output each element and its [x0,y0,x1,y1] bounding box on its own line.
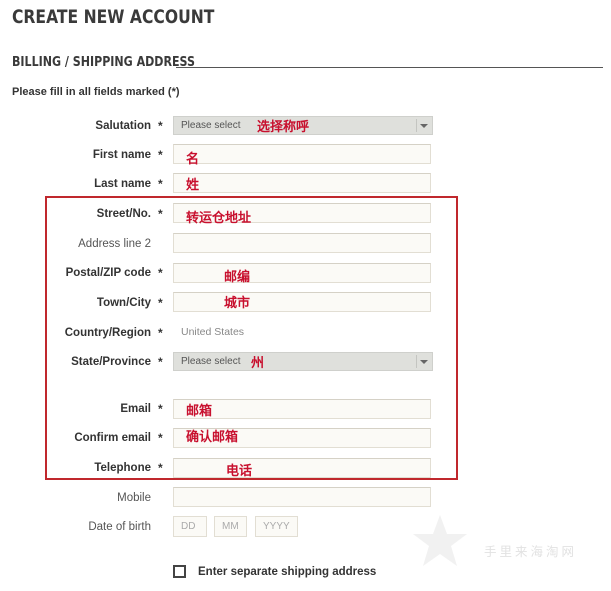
mobile-label: Mobile [117,492,151,504]
dob-month-field[interactable]: MM [214,516,247,537]
separate-shipping-label[interactable]: Enter separate shipping address [198,566,376,578]
select-divider [416,119,417,132]
section-divider [176,67,603,68]
last-name-field[interactable] [173,173,431,193]
required-marker: * [158,148,163,162]
salutation-label: Salutation [95,120,151,132]
highlight-frame [45,196,458,480]
dob-year-field[interactable]: YYYY [255,516,298,537]
dob-day-field[interactable]: DD [173,516,207,537]
watermark-text: 手里来海淘网 [484,544,578,559]
chevron-down-icon [420,124,428,128]
mobile-field[interactable] [173,487,431,507]
required-marker: * [158,119,163,133]
required-fields-note: Please fill in all fields marked (*) [12,86,180,98]
required-marker: * [158,177,163,191]
first-name-annotation: 名 [186,152,200,167]
page-title: CREATE NEW ACCOUNT [12,6,215,28]
first-name-label: First name [92,149,151,161]
separate-shipping-checkbox[interactable] [173,565,186,578]
salutation-placeholder: Please select [181,120,241,131]
first-name-field[interactable] [173,144,431,164]
salutation-annotation: 选择称呼 [257,120,310,135]
watermark-star-icon [413,515,467,566]
date-of-birth-label: Date of birth [88,521,151,533]
last-name-label: Last name [94,178,151,190]
last-name-annotation: 姓 [186,178,200,193]
section-title: BILLING / SHIPPING ADDRESS [12,55,195,70]
